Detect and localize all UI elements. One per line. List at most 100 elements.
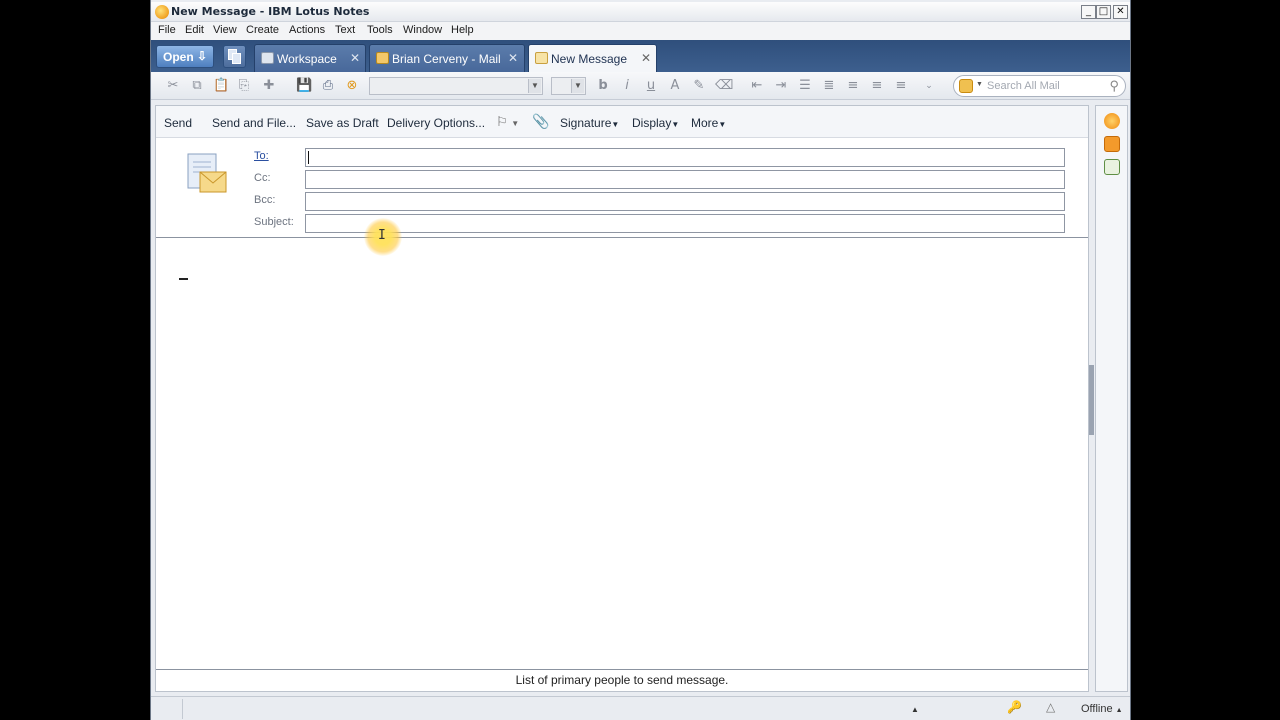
field-hint-bar: List of primary people to send message. [156, 669, 1088, 691]
bullet-list-icon[interactable]: ☰ [797, 78, 813, 94]
menu-actions[interactable]: Actions [289, 24, 325, 36]
close-window-button[interactable]: ✕ [1113, 5, 1128, 19]
eraser-icon[interactable]: ⌫ [715, 78, 733, 94]
copy-icon[interactable]: ⧉ [189, 78, 205, 94]
mail-folder-icon [376, 52, 389, 64]
title-bar: New Message - IBM Lotus Notes _ □ ✕ [151, 2, 1130, 22]
underline-icon[interactable]: u [643, 78, 659, 94]
bold-icon[interactable]: b [595, 78, 611, 94]
mouse-cursor-highlight: I [364, 218, 402, 256]
menu-window[interactable]: Window [403, 24, 442, 36]
mail-scope-icon [959, 79, 973, 93]
save-icon[interactable]: 💾 [296, 78, 312, 94]
to-field[interactable] [305, 148, 1065, 167]
chevron-down-icon: ▼ [571, 79, 584, 93]
status-bar: ▲ 🔑 △ Offline ▲ [151, 696, 1130, 720]
justify-icon[interactable]: ≡ [869, 78, 885, 94]
menu-help[interactable]: Help [451, 24, 474, 36]
new-memo-icon [535, 52, 548, 64]
send-and-file-button[interactable]: Send and File... [212, 116, 296, 130]
subject-field[interactable] [305, 214, 1065, 233]
search-icon[interactable]: ⚲ [1109, 78, 1119, 94]
feeds-icon[interactable] [1104, 136, 1120, 152]
align-right-icon[interactable]: ≡ [893, 78, 909, 94]
cut-icon[interactable]: ✂ [165, 78, 181, 94]
menu-text[interactable]: Text [335, 24, 355, 36]
replication-icon[interactable]: △ [1046, 700, 1055, 714]
cc-label: Cc: [254, 172, 271, 184]
chevron-up-icon: ▲ [1115, 707, 1123, 714]
display-label: Display [632, 116, 672, 130]
action-bar: Send Send and File... Save as Draft Deli… [156, 106, 1088, 138]
sidebar-splitter[interactable] [1089, 365, 1094, 435]
more-button[interactable]: More▼ [691, 116, 726, 130]
subject-label: Subject: [254, 216, 294, 228]
send-button[interactable]: Send [164, 116, 192, 130]
copy-link-icon[interactable]: ⎘ [236, 78, 252, 94]
menu-file[interactable]: File [158, 24, 176, 36]
message-body[interactable] [156, 238, 1088, 670]
italic-icon[interactable]: i [619, 78, 635, 94]
tab-label: Brian Cerveny - Mail [392, 52, 501, 66]
maximize-button[interactable]: □ [1096, 5, 1111, 19]
close-tab-icon[interactable]: ✕ [350, 51, 360, 65]
lotus-notes-logo-icon [155, 5, 169, 19]
sametime-contacts-icon[interactable] [1104, 113, 1120, 129]
attachment-icon[interactable]: 📎 [532, 113, 549, 130]
key-icon[interactable]: 🔑 [1007, 700, 1022, 714]
open-label: Open [163, 50, 194, 64]
close-tab-icon[interactable]: ✕ [508, 51, 518, 65]
save-as-draft-button[interactable]: Save as Draft [306, 116, 379, 130]
signature-button[interactable]: Signature▼ [560, 116, 619, 130]
tab-workspace[interactable]: Workspace ✕ [254, 44, 366, 72]
delivery-options-button[interactable]: Delivery Options... [387, 116, 485, 130]
stop-icon[interactable]: ⊗ [344, 78, 360, 94]
menu-tools[interactable]: Tools [367, 24, 393, 36]
signature-label: Signature [560, 116, 612, 130]
text-color-icon[interactable]: A [667, 78, 683, 94]
align-center-icon[interactable]: ≡ [845, 78, 861, 94]
chevron-down-icon: ▼ [528, 79, 541, 93]
chevron-down-icon: ▼ [611, 120, 620, 129]
font-family-select[interactable]: ▼ [369, 77, 543, 95]
display-button[interactable]: Display▼ [632, 116, 679, 130]
new-document-icon[interactable]: ✚ [261, 78, 277, 94]
menu-bar: File Edit View Create Actions Text Tools… [151, 22, 1130, 40]
bcc-field[interactable] [305, 192, 1065, 211]
right-sidebar [1095, 105, 1128, 692]
indent-icon[interactable]: ⇥ [773, 78, 789, 94]
paste-icon[interactable]: 📋 [213, 78, 229, 94]
search-field[interactable]: ▼ Search All Mail ⚲ [953, 75, 1126, 97]
tab-new-message[interactable]: New Message ✕ [528, 44, 657, 73]
highlighter-icon[interactable]: ✎ [691, 78, 707, 94]
location-status[interactable]: Offline ▲ [1081, 703, 1123, 715]
tab-mail[interactable]: Brian Cerveny - Mail ✕ [369, 44, 525, 72]
window-title: New Message - IBM Lotus Notes [171, 5, 370, 18]
menu-edit[interactable]: Edit [185, 24, 204, 36]
calendar-icon[interactable] [1104, 159, 1120, 175]
chevron-down-icon: ▼ [671, 120, 680, 129]
print-icon[interactable]: ⎙ [320, 78, 336, 94]
minimize-button[interactable]: _ [1081, 5, 1096, 19]
status-cell [155, 699, 183, 719]
chevron-down-icon[interactable]: ▼ [976, 81, 983, 88]
bcc-label: Bcc: [254, 194, 276, 206]
memo-envelope-icon [187, 153, 227, 193]
chevron-down-icon[interactable]: ⌄ [921, 78, 937, 94]
menu-create[interactable]: Create [246, 24, 279, 36]
outdent-icon[interactable]: ⇤ [749, 78, 765, 94]
body-cursor [179, 278, 188, 280]
to-label[interactable]: To: [254, 150, 269, 162]
chevron-up-icon[interactable]: ▲ [911, 705, 919, 714]
follow-up-flag-icon[interactable]: ⚐ ▼ [496, 114, 519, 130]
offline-label: Offline [1081, 703, 1113, 715]
field-hint-text: List of primary people to send message. [515, 673, 729, 687]
show-windows-button[interactable] [223, 45, 246, 68]
numbered-list-icon[interactable]: ≣ [821, 78, 837, 94]
close-tab-icon[interactable]: ✕ [641, 51, 651, 65]
cc-field[interactable] [305, 170, 1065, 189]
tab-label: New Message [551, 52, 628, 66]
open-button[interactable]: Open ⇩ [156, 45, 214, 68]
font-size-select[interactable]: ▼ [551, 77, 586, 95]
menu-view[interactable]: View [213, 24, 237, 36]
